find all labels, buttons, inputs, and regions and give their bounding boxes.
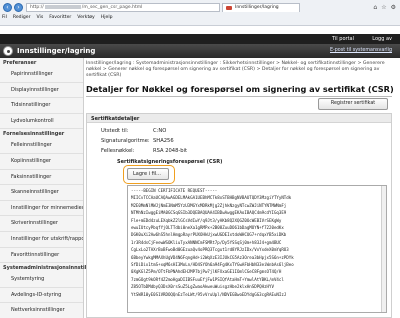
csr-line: YtSWR10yE0S1VRDOQQnEzTeLWt/95vVruUpl/NDV… bbox=[131, 291, 287, 297]
sidebar-item-common[interactable]: Felleinnstillinger bbox=[0, 138, 83, 154]
menu-favorites[interactable]: Favoritter bbox=[49, 15, 71, 20]
menu-file[interactable]: Fil bbox=[2, 15, 7, 20]
csr-line: 0XgKGlZ5Pm/OTtFbPNAhdEHJMP7bjPw7jlKFXxaG… bbox=[131, 269, 282, 275]
register-certificate-button[interactable]: Registrer sertifikat bbox=[318, 98, 388, 110]
csr-line: MIICvTCCAaUCAQAwAGDELMAkGA1UEBhMCTk8xSTB… bbox=[131, 195, 292, 201]
address-host-redacted bbox=[44, 4, 81, 9]
detail-row: Fellesnøkkel: RSA 2048-bit bbox=[101, 148, 187, 154]
page-title: Detaljer for Nøkkel og forespørsel om si… bbox=[86, 84, 394, 94]
sidebar-item-system[interactable]: Systemtyring bbox=[0, 272, 83, 288]
csr-line: 7zmGOgt9kORf4Z2moHgaDIIBSFuuEfjFw1PSIQfA… bbox=[131, 276, 284, 282]
csr-line: DGK0uXi2Aw6hS5hnlHmgpRayrPUXOHkUjxwUGDEI… bbox=[131, 232, 287, 238]
sidebar-section-title: Systemadministrasjonsinnstillinger bbox=[3, 265, 103, 272]
page-icon bbox=[226, 6, 232, 10]
browser-toolbar-icons: ⌂ ☆ ⚙ bbox=[373, 4, 396, 11]
home-icon[interactable]: ⌂ bbox=[373, 4, 377, 11]
forward-icon[interactable]: › bbox=[14, 3, 23, 12]
sidebar-item-printer[interactable]: Skriverinnstillinger bbox=[0, 216, 83, 232]
email-admin-link[interactable]: E-post til systemansvarlig bbox=[330, 48, 392, 53]
settings-logo-icon bbox=[3, 46, 13, 56]
detail-value: C:NO bbox=[153, 128, 167, 134]
browser-tab[interactable]: Innstillinger/lagring bbox=[222, 3, 300, 12]
csr-scrollbar[interactable] bbox=[381, 186, 386, 312]
menu-view[interactable]: Vis bbox=[37, 15, 44, 20]
logout-link[interactable]: Logg av bbox=[372, 36, 392, 42]
tab-title: Innstillinger/lagring bbox=[235, 5, 279, 10]
detail-value: RSA 2048-bit bbox=[153, 148, 188, 154]
csr-line: NTMhNzIwggEiMA0GCSqGSIb3DQEBAQUAA4IBDwAw… bbox=[131, 210, 287, 216]
csr-line: ewuIUtcyPbqfYjOLTTdbi0neXa1gRMPx+2B08Zuu… bbox=[131, 225, 284, 231]
detail-row: Utstedt til: C:NO bbox=[101, 128, 166, 134]
certificate-details-panel: Sertifikatdetaljer Utstedt til: C:NO Sig… bbox=[86, 113, 392, 318]
breadcrumb: Innstillinger/lagring : Systemadministra… bbox=[86, 61, 385, 78]
detail-label: Utstedt til: bbox=[101, 128, 129, 134]
sidebar-item-display[interactable]: Displayinnstillinger bbox=[0, 83, 83, 99]
sidebar-section-title: Fornelsesinnstillinger bbox=[3, 131, 65, 138]
back-icon[interactable]: ‹ bbox=[3, 3, 12, 12]
detail-label: Fellesnøkkel: bbox=[101, 148, 135, 154]
browser-chrome: ‹ › http:// /m_sec_gen_csr_page.html Inns… bbox=[0, 0, 400, 26]
csr-line: 6BbeyYwkgMMAXhUgVD4N6FqngHd+i2WqXzE3IJUk… bbox=[131, 254, 294, 260]
sidebar-item-print-report[interactable]: Innstillinger for utskrift/rapport bbox=[0, 232, 83, 248]
nav-buttons: ‹ › bbox=[3, 3, 23, 12]
app-titlebar: Innstillinger/lagring E-post til systema… bbox=[0, 44, 400, 58]
main-content: Innstillinger/lagring : Systemadministra… bbox=[86, 58, 396, 318]
address-bar[interactable]: http:// /m_sec_gen_csr_page.html bbox=[26, 3, 220, 12]
menu-edit[interactable]: Rediger bbox=[13, 15, 31, 20]
sidebar-section-title: Preferanser bbox=[3, 60, 37, 66]
detail-label: Signaturalgoritme: bbox=[101, 138, 150, 144]
menu-bar: Fil Rediger Vis Favoritter Verktøy Hjelp bbox=[2, 15, 113, 20]
csr-line: Z85OTbDMdbyQ3DsX0rsSuZ5LgZwaoAkweuWuisgz… bbox=[131, 284, 274, 290]
sidebar-item-memory-media[interactable]: Innstillinger for minnemedieutskrift bbox=[0, 201, 83, 217]
sidebar-item-department-id[interactable]: Avdelings-ID-styring bbox=[0, 288, 83, 304]
sidebar-item-volume[interactable]: Lydvolumkontroll bbox=[0, 114, 83, 130]
save-to-file-button[interactable]: Lagre i fil... bbox=[127, 168, 169, 180]
csr-line: Fle+mEDd4zuLEXqbkZ2lGCsVdIwY/q9Jt3/yAKb8… bbox=[131, 217, 282, 223]
gear-icon[interactable]: ⚙ bbox=[391, 4, 396, 11]
sidebar: Preferanser Papirinnstillinger Displayin… bbox=[0, 58, 103, 318]
csr-line: -----BEGIN CERTIFICATE REQUEST----- bbox=[131, 188, 218, 193]
menu-tools[interactable]: Verktøy bbox=[77, 15, 95, 20]
sidebar-item-favorites[interactable]: Favorittinnstillinger bbox=[0, 248, 83, 264]
address-path: /m_sec_gen_csr_page.html bbox=[81, 5, 143, 10]
app-title: Innstillinger/lagring bbox=[17, 47, 96, 55]
sidebar-item-network[interactable]: Nettverksinnstillinger bbox=[0, 303, 83, 318]
menu-help[interactable]: Hjelp bbox=[101, 15, 113, 20]
star-icon[interactable]: ☆ bbox=[381, 4, 386, 11]
top-link-bar: Til portal Logg av bbox=[0, 34, 400, 44]
csr-line: SfDiDix1tmS+xqM6sHI3MoLn/HD4SYOh6a94Fg4K… bbox=[131, 262, 294, 268]
detail-value: SHA256 bbox=[153, 138, 174, 144]
sidebar-item-paper[interactable]: Papirinnstillinger bbox=[0, 67, 83, 83]
csr-line: 1r3R4dsCjFeewWSOKliuTyxANNNCmFSMRt7p/Dy5… bbox=[131, 239, 282, 245]
csr-line: M2E0MmNlMWJjNmE3NmM5YzU3MGYxMDRkMjg2Zjhk… bbox=[131, 202, 287, 208]
sidebar-item-fax[interactable]: Faksinnstillinger bbox=[0, 170, 83, 186]
detail-row: Signaturalgoritme: SHA256 bbox=[101, 138, 174, 144]
cert-section-title: Sertifikatdetaljer bbox=[87, 114, 391, 123]
csr-textarea[interactable]: -----BEGIN CERTIFICATE REQUEST----- MIICv… bbox=[127, 185, 387, 313]
address-prefix: http:// bbox=[30, 5, 44, 10]
sidebar-item-scan[interactable]: Skanneinnstillinger bbox=[0, 185, 83, 201]
sidebar-item-time[interactable]: Tidsinnstillinger bbox=[0, 98, 83, 114]
sidebar-item-copy[interactable]: Kopiinnstillinger bbox=[0, 154, 83, 170]
divider bbox=[86, 96, 392, 97]
csr-line: CgLxLo2TAXrBoBFwoBd0GEzuaQv4oPRQ3Tcgut1r… bbox=[131, 247, 289, 253]
portal-link[interactable]: Til portal bbox=[332, 36, 354, 42]
